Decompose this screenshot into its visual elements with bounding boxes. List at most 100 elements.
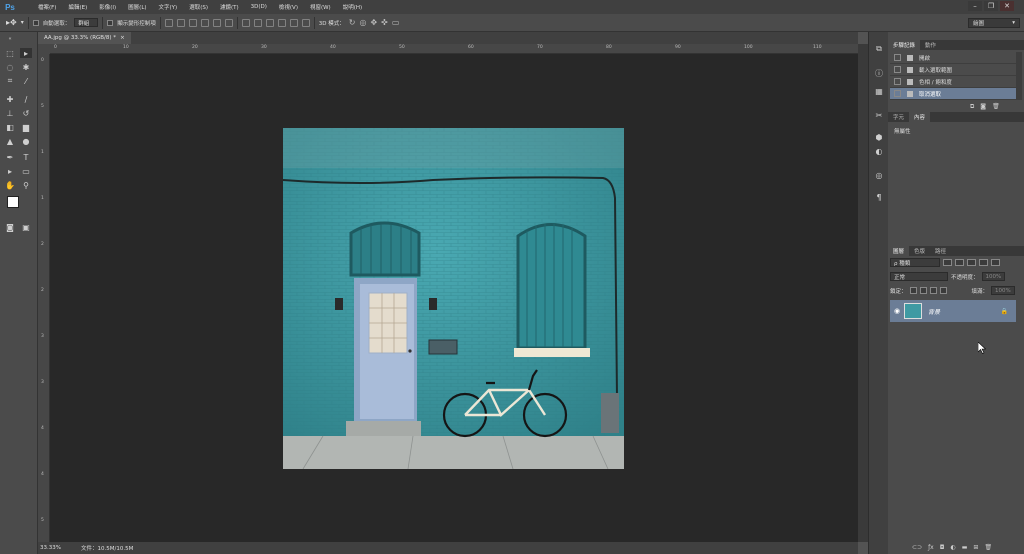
layer-name[interactable]: 背景 — [928, 307, 940, 316]
align-vcenter-icon[interactable] — [176, 18, 185, 27]
healing-brush-tool-icon[interactable]: ✚ — [4, 94, 16, 104]
snapshot-icon[interactable]: ◙ — [980, 103, 986, 110]
align-top-icon[interactable] — [164, 18, 173, 27]
3d-scale-icon[interactable]: ▭ — [392, 18, 400, 27]
zoom-tool-icon[interactable]: ⚲ — [20, 180, 32, 190]
history-scrollbar[interactable] — [1016, 52, 1022, 100]
distribute-left-icon[interactable] — [277, 18, 286, 27]
file-info[interactable]: 文件：10.5M/10.5M — [81, 544, 133, 552]
color-panel-icon[interactable]: ▦ — [873, 86, 885, 96]
menu-layer[interactable]: 圖層(L) — [122, 3, 152, 11]
history-brush-tool-icon[interactable]: ↺ — [20, 108, 32, 118]
close-icon[interactable]: × — [120, 35, 125, 41]
auto-select-checkbox[interactable] — [32, 19, 39, 26]
layer-mask-icon[interactable]: ◘ — [940, 544, 945, 551]
filter-pixel-icon[interactable] — [943, 259, 952, 266]
styles-panel-icon[interactable]: ◎ — [873, 170, 885, 180]
new-layer-icon[interactable]: ⊞ — [973, 544, 978, 551]
zoom-level[interactable]: 33.33% — [40, 545, 61, 551]
path-select-tool-icon[interactable]: ▸ — [4, 166, 16, 176]
distribute-hcenter-icon[interactable] — [289, 18, 298, 27]
tool-presets-icon[interactable]: ✂ — [873, 110, 885, 120]
canvas-area[interactable] — [50, 54, 858, 542]
quick-mask-icon[interactable]: ◙ — [4, 222, 16, 232]
lock-position-icon[interactable] — [929, 287, 937, 294]
layer-row-background[interactable]: ◉ 背景 🔒 — [890, 300, 1016, 322]
eraser-tool-icon[interactable]: ◧ — [4, 122, 16, 132]
move-tool-icon[interactable]: ▸ — [20, 48, 32, 58]
canvas-scrollbar[interactable] — [858, 44, 868, 542]
eyedropper-tool-icon[interactable]: ⁄ — [20, 76, 32, 86]
distribute-bottom-icon[interactable] — [265, 18, 274, 27]
history-panel-icon[interactable]: ⧉ — [873, 44, 885, 54]
history-step-selected[interactable]: 取消選取 — [890, 88, 1016, 100]
crop-tool-icon[interactable]: ⌗ — [4, 76, 16, 86]
adjustment-layer-icon[interactable]: ◐ — [950, 544, 955, 551]
tab-paths[interactable]: 路徑 — [930, 246, 951, 256]
lasso-tool-icon[interactable]: ◌ — [4, 62, 16, 72]
marquee-tool-icon[interactable]: ⬚ — [4, 48, 16, 58]
foreground-color-swatch[interactable] — [7, 196, 19, 208]
menu-file[interactable]: 檔案(F) — [32, 3, 62, 11]
auto-select-dropdown[interactable]: 群組 — [74, 18, 99, 27]
history-step[interactable]: 色相 / 飽和度 — [890, 76, 1016, 88]
tab-channels[interactable]: 色版 — [909, 246, 930, 256]
align-left-icon[interactable] — [200, 18, 209, 27]
paragraph-panel-icon[interactable]: ¶ — [873, 192, 885, 202]
workspace-dropdown[interactable]: 繪圖 ▾ — [968, 18, 1020, 28]
3d-rotate-icon[interactable]: ↻ — [349, 18, 356, 27]
layer-style-icon[interactable]: ƒx — [928, 544, 934, 551]
3d-panel-icon[interactable]: ⬢ — [873, 132, 885, 142]
tab-history[interactable]: 步驟記錄 — [888, 40, 921, 50]
fill-input[interactable]: 100% — [991, 286, 1015, 295]
filter-adjust-icon[interactable] — [955, 259, 964, 266]
menu-window[interactable]: 視窗(W) — [304, 3, 337, 11]
3d-slide-icon[interactable]: ✜ — [381, 18, 388, 27]
minimize-button[interactable]: – — [968, 1, 982, 11]
document-image[interactable] — [283, 128, 624, 469]
menu-select[interactable]: 選取(S) — [183, 3, 214, 11]
quick-select-tool-icon[interactable]: ✱ — [20, 62, 32, 72]
close-button[interactable]: ✕ — [1000, 1, 1014, 11]
move-tool-icon[interactable]: ▸✥ — [6, 18, 17, 27]
menu-type[interactable]: 文字(Y) — [153, 3, 184, 11]
blend-mode-dropdown[interactable]: 正常 — [890, 272, 948, 281]
trash-icon[interactable]: 🗑 — [984, 544, 992, 551]
info-panel-icon[interactable]: ⓘ — [873, 68, 885, 78]
adjustments-panel-icon[interactable]: ◐ — [873, 146, 885, 156]
menu-view[interactable]: 檢視(V) — [273, 3, 304, 11]
gradient-tool-icon[interactable]: ▆ — [20, 122, 32, 132]
lock-transparency-icon[interactable] — [909, 287, 917, 294]
align-right-icon[interactable] — [224, 18, 233, 27]
menu-3d[interactable]: 3D(D) — [245, 4, 273, 10]
menu-edit[interactable]: 編輯(E) — [62, 3, 93, 11]
distribute-right-icon[interactable] — [301, 18, 310, 27]
maximize-button[interactable]: ❐ — [984, 1, 998, 11]
distribute-top-icon[interactable] — [241, 18, 250, 27]
history-step[interactable]: 開啟 — [890, 52, 1016, 64]
tab-actions[interactable]: 動作 — [920, 40, 941, 50]
filter-smart-icon[interactable] — [991, 259, 1000, 266]
hand-tool-icon[interactable]: ✋ — [4, 180, 16, 190]
new-document-from-state-icon[interactable]: ⧉ — [970, 103, 974, 111]
link-layers-icon[interactable]: ⊂⊃ — [912, 544, 922, 551]
filter-shape-icon[interactable] — [979, 259, 988, 266]
lock-pixels-icon[interactable] — [919, 287, 927, 294]
blur-tool-icon[interactable]: ▲ — [4, 136, 16, 146]
layer-kind-dropdown[interactable]: ρ 種類 — [890, 258, 940, 267]
dodge-tool-icon[interactable]: ● — [20, 136, 32, 146]
menu-filter[interactable]: 濾鏡(T) — [214, 3, 245, 11]
collapse-toolbar-icon[interactable]: « — [4, 34, 16, 44]
3d-roll-icon[interactable]: ◎ — [359, 18, 366, 27]
type-tool-icon[interactable]: T — [20, 152, 32, 162]
opacity-input[interactable]: 100% — [981, 272, 1006, 281]
3d-pan-icon[interactable]: ✥ — [370, 18, 377, 27]
align-bottom-icon[interactable] — [188, 18, 197, 27]
show-transform-checkbox[interactable] — [107, 19, 114, 26]
brush-tool-icon[interactable]: ∕ — [20, 94, 32, 104]
distribute-vcenter-icon[interactable] — [253, 18, 262, 27]
trash-icon[interactable]: 🗑 — [992, 103, 1000, 110]
tab-character[interactable]: 字元 — [888, 112, 909, 122]
pen-tool-icon[interactable]: ✒ — [4, 152, 16, 162]
tab-layers[interactable]: 圖層 — [888, 246, 910, 256]
